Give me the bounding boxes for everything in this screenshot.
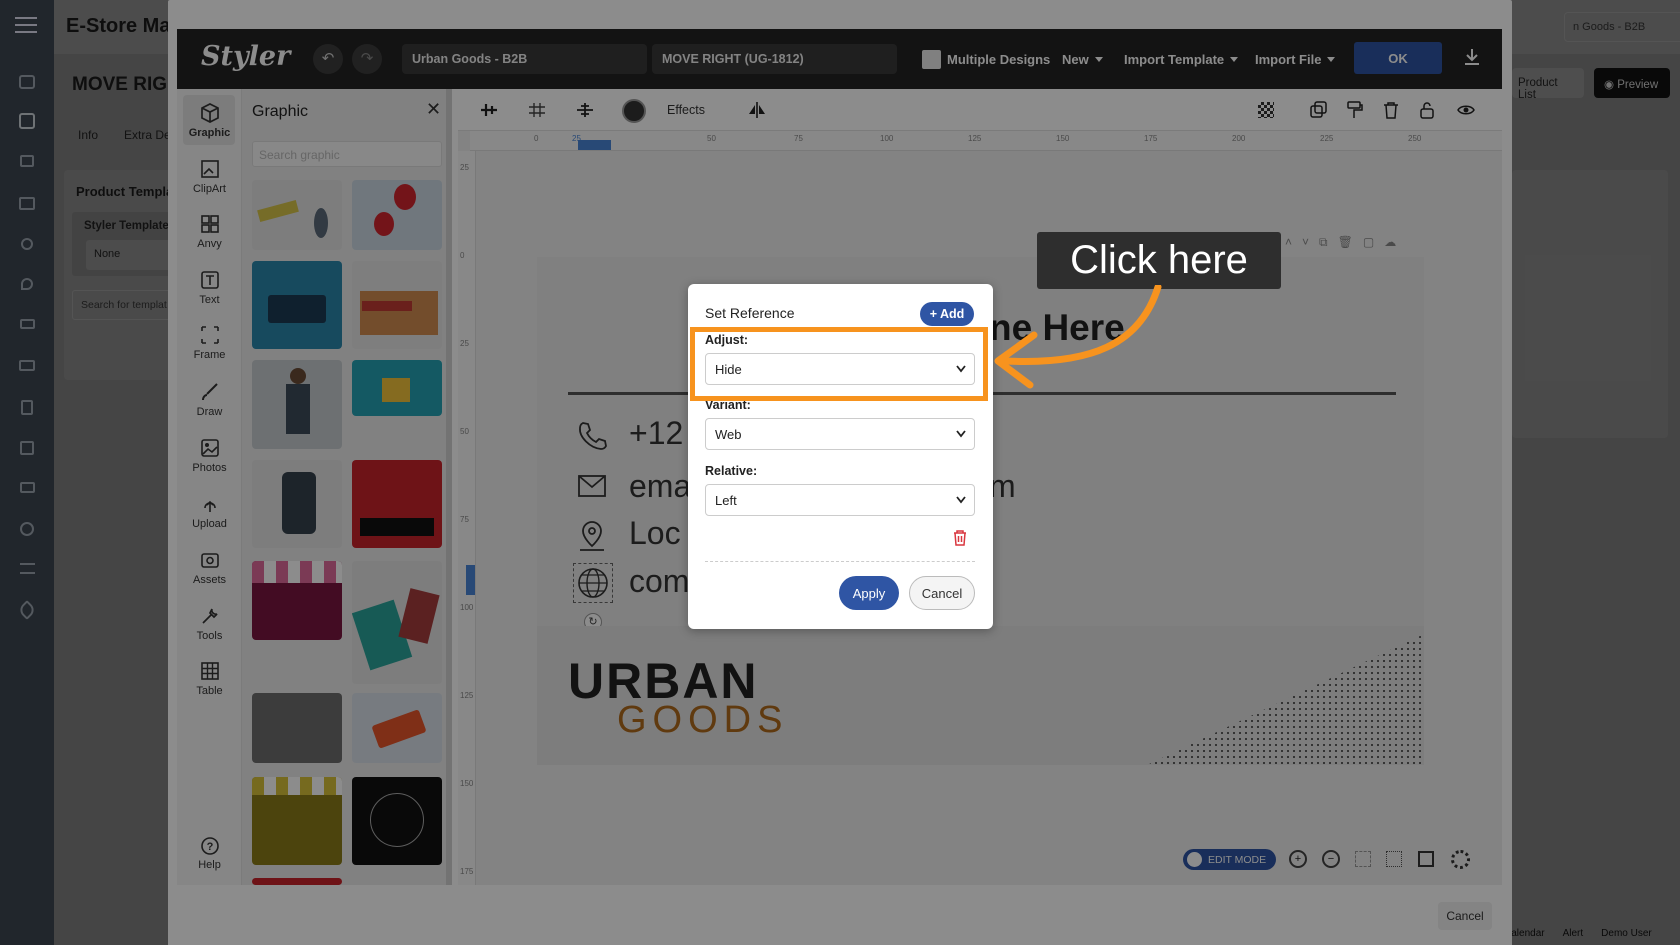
relative-value: Left — [715, 493, 737, 508]
apply-button[interactable]: Apply — [839, 576, 899, 610]
cancel-label: Cancel — [921, 585, 963, 601]
highlight-box — [690, 327, 988, 401]
variant-value: Web — [715, 427, 742, 442]
add-reference-button[interactable]: + Add — [920, 302, 974, 326]
variant-select[interactable]: Web — [705, 418, 975, 450]
popup-divider — [705, 561, 975, 562]
arrow-icon — [994, 285, 1162, 389]
popup-title: Set Reference — [705, 305, 795, 321]
add-reference-label: + Add — [929, 307, 965, 321]
click-here-callout: Click here — [1037, 232, 1281, 289]
cancel-button[interactable]: Cancel — [909, 576, 975, 610]
chevron-down-icon — [956, 430, 966, 438]
callout-text: Click here — [1070, 238, 1248, 282]
relative-select[interactable]: Left — [705, 484, 975, 516]
delete-reference-icon[interactable] — [953, 530, 967, 546]
chevron-down-icon — [956, 496, 966, 504]
relative-label: Relative: — [705, 464, 758, 478]
apply-label: Apply — [852, 585, 886, 601]
